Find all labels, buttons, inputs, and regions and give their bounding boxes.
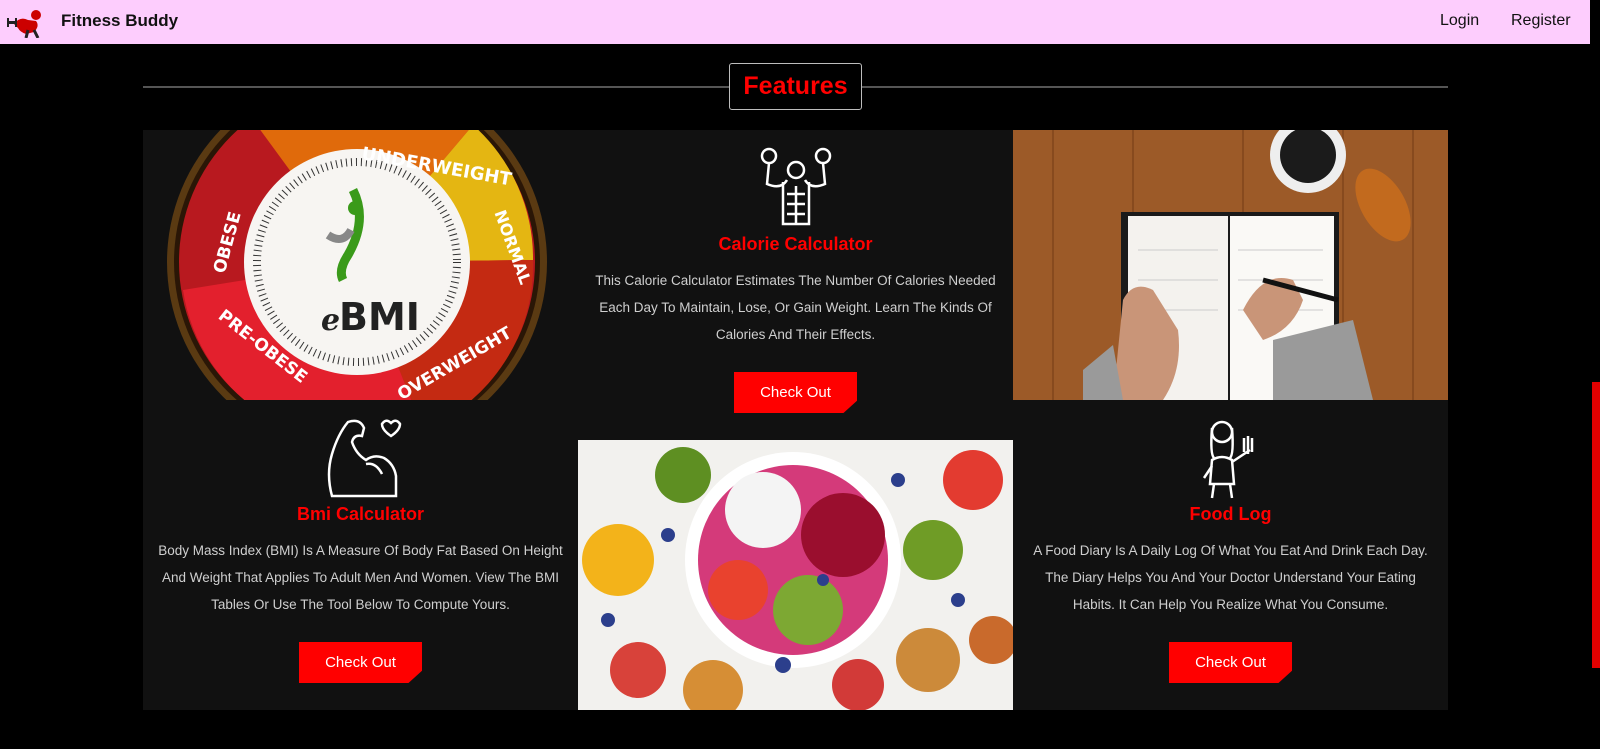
calorie-card-description: This Calorie Calculator Estimates The Nu… <box>595 273 996 342</box>
fruit-bowl-graphic <box>578 440 1013 710</box>
calorie-check-out-button[interactable]: Check Out <box>734 372 857 413</box>
food-log-card-title: Food Log <box>1189 504 1272 524</box>
bmi-card-title: Bmi Calculator <box>296 504 425 524</box>
bmi-card: Bmi Calculator Body Mass Index (BMI) Is … <box>143 400 578 683</box>
fitness-logo-icon[interactable] <box>6 6 48 38</box>
calorie-card-title: Calorie Calculator <box>718 234 873 254</box>
scrollbar-thumb[interactable] <box>1592 382 1600 668</box>
bmi-dial-graphic: UNDERWEIGHT NORMAL OVERWEIGHT PRE-OBESE … <box>167 130 547 400</box>
woman-dumbbell-icon <box>1202 420 1253 499</box>
diary-photo-graphic <box>1013 130 1448 400</box>
login-link[interactable]: Login <box>1440 12 1479 30</box>
food-log-card: Food Log A Food Diary Is A Daily Log Of … <box>1013 400 1448 683</box>
bmi-dial-image: UNDERWEIGHT NORMAL OVERWEIGHT PRE-OBESE … <box>143 130 578 400</box>
dial-logo-text: BMI <box>339 295 420 339</box>
food-log-check-out-button[interactable]: Check Out <box>1169 642 1292 683</box>
calorie-card: Calorie Calculator This Calorie Calculat… <box>578 130 1013 413</box>
dial-logo-prefix: e <box>321 303 340 338</box>
features-title: Features <box>743 72 848 100</box>
fruit-bowl-image <box>578 440 1013 710</box>
brand-name[interactable]: Fitness Buddy <box>61 11 178 31</box>
food-diary-image <box>1013 130 1448 400</box>
features-heading-box: Features <box>729 63 862 110</box>
food-log-card-description: A Food Diary Is A Daily Log Of What You … <box>1033 543 1428 612</box>
flexed-arm-heart-icon <box>327 419 401 498</box>
bmi-check-out-button[interactable]: Check Out <box>299 642 422 683</box>
register-link[interactable]: Register <box>1511 12 1571 30</box>
bmi-card-description: Body Mass Index (BMI) Is A Measure Of Bo… <box>158 543 563 612</box>
top-navbar: Fitness Buddy Login Register <box>0 0 1590 44</box>
bodybuilder-icon <box>760 147 831 226</box>
